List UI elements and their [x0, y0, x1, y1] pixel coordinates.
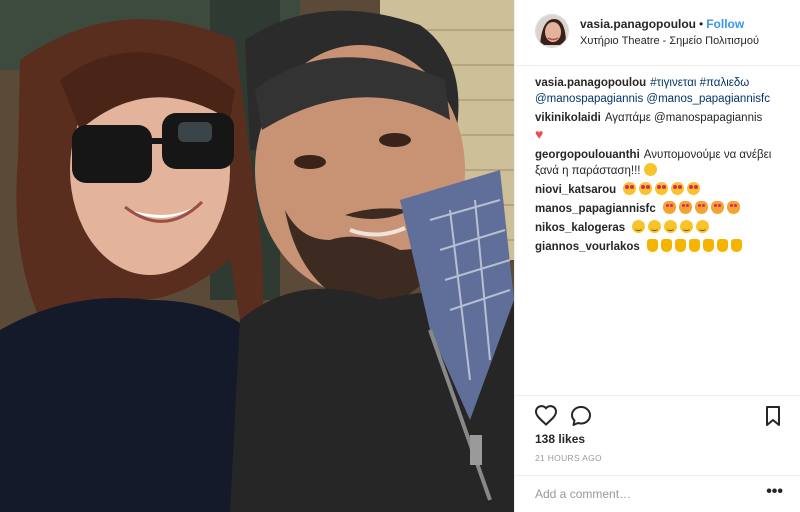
photo-illustration	[0, 0, 514, 512]
smiling-face-emoji-icon	[632, 220, 646, 233]
ellipsis-icon[interactable]: •••	[766, 484, 783, 500]
smiling-face-emoji-icon	[664, 220, 678, 233]
smiling-face-emoji-icon	[648, 220, 662, 233]
bookmark-icon[interactable]	[761, 404, 785, 428]
comment-username[interactable]: vikinikolaidi	[535, 112, 601, 124]
comment-username[interactable]: nikos_kalogeras	[535, 222, 625, 234]
heart-eyes-emoji-icon	[655, 182, 669, 195]
comment-item: niovi_katsarou	[535, 182, 791, 198]
avatar[interactable]	[535, 14, 569, 48]
thumbs-up-emoji-icon	[647, 239, 659, 252]
comment-username[interactable]: manos_papagiannisfc	[535, 203, 656, 215]
smiling-face-emoji-icon	[680, 220, 694, 233]
speech-bubble-icon[interactable]	[569, 404, 593, 428]
comment-item: nikos_kalogeras	[535, 220, 791, 236]
thumbs-up-emoji-icon	[675, 239, 687, 252]
winking-face-emoji-icon	[643, 163, 657, 176]
comment-username[interactable]: georgopoulouanthi	[535, 149, 640, 161]
add-comment-bar: •••	[515, 475, 800, 512]
heart-eyes-emoji-icon	[639, 182, 653, 195]
follow-button[interactable]: Follow	[706, 17, 744, 31]
comment-input[interactable]	[535, 485, 755, 503]
post-actions: 138 likes 21 HOURS AGO	[515, 395, 800, 475]
post-details-panel: vasia.panagopoulou • Follow Χυτήριο Theatr…	[514, 0, 800, 512]
caption-username[interactable]: vasia.panagopoulou	[535, 77, 646, 89]
thumbs-up-emoji-icon	[731, 239, 743, 252]
heart-eyes-cat-emoji-icon	[679, 201, 692, 214]
smiling-face-emoji-icon	[696, 220, 710, 233]
comment-item: manos_papagiannisfc	[535, 201, 791, 217]
thumbs-up-emoji-icon	[703, 239, 715, 252]
heart-eyes-cat-emoji-icon	[695, 201, 708, 214]
heart-outline-icon[interactable]	[534, 404, 558, 428]
heart-eyes-emoji-icon	[623, 182, 637, 195]
post-username[interactable]: vasia.panagopoulou	[580, 17, 696, 31]
comment-username[interactable]: niovi_katsarou	[535, 184, 616, 196]
comment-item: giannos_vourlakos	[535, 239, 791, 255]
comment-text: Αγαπάμε @manospapagiannis	[604, 112, 763, 124]
heart-eyes-cat-emoji-icon	[711, 201, 724, 214]
post-timestamp[interactable]: 21 HOURS AGO	[535, 453, 602, 463]
post-photo[interactable]	[0, 0, 514, 512]
red-heart-emoji-icon: ♥	[535, 126, 544, 142]
heart-eyes-cat-emoji-icon	[663, 201, 676, 214]
likes-count[interactable]: 138 likes	[535, 432, 585, 446]
comment-item: georgopoulouanthi Ανυπομονούμε να ανέβει …	[535, 147, 791, 179]
heart-eyes-emoji-icon	[671, 182, 685, 195]
post-location[interactable]: Χυτήριο Theatre - Σημείο Πολιτισμού	[580, 35, 759, 47]
separator-dot: •	[699, 17, 704, 31]
comments-list: vasia.panagopoulou #τιγινεται #παλιεδω @m…	[535, 75, 791, 258]
thumbs-up-emoji-icon	[717, 239, 729, 252]
heart-eyes-emoji-icon	[687, 182, 701, 195]
thumbs-up-emoji-icon	[661, 239, 673, 252]
caption: vasia.panagopoulou #τιγινεται #παλιεδω @m…	[535, 75, 791, 107]
heart-eyes-cat-emoji-icon	[727, 201, 740, 214]
comment-username[interactable]: giannos_vourlakos	[535, 241, 640, 253]
thumbs-up-emoji-icon	[689, 239, 701, 252]
comment-item: vikinikolaidi Αγαπάμε @manospapagiannis ♥	[535, 110, 791, 144]
post-header: vasia.panagopoulou • Follow Χυτήριο Theatr…	[515, 0, 800, 66]
avatar-image	[536, 15, 568, 47]
